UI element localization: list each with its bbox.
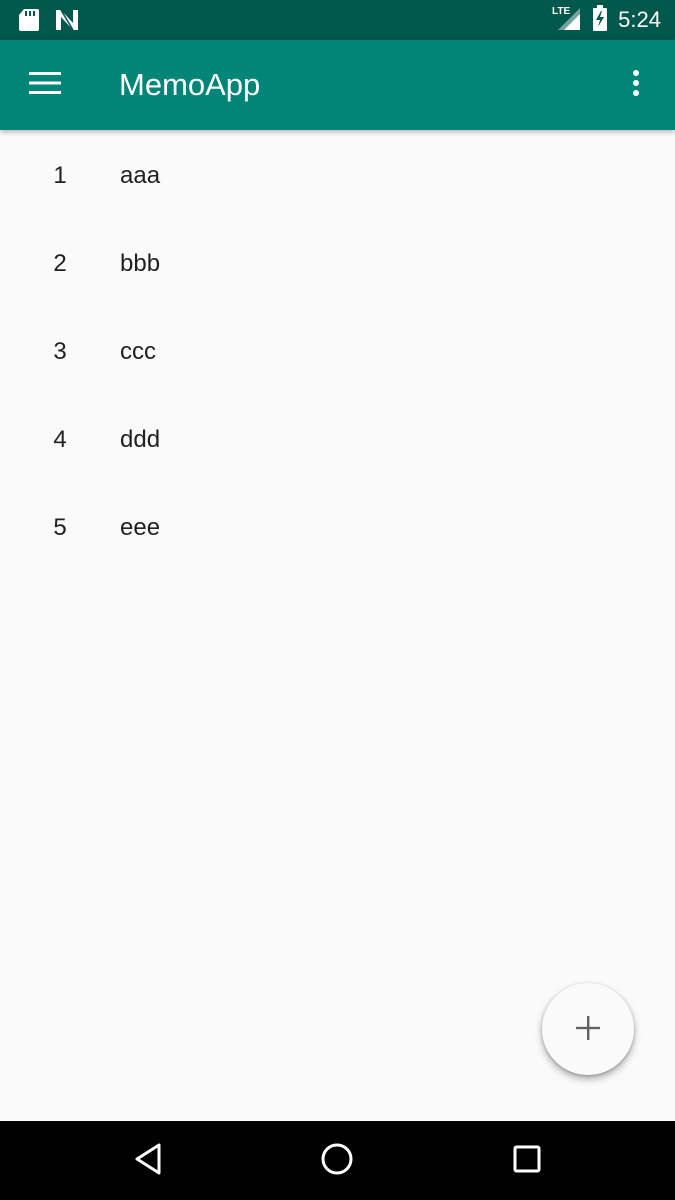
battery-charging-icon (592, 4, 608, 36)
menu-icon (29, 71, 61, 99)
menu-button[interactable] (22, 64, 68, 106)
recents-button[interactable] (501, 1135, 553, 1187)
home-icon (320, 1142, 354, 1181)
sd-card-icon (18, 8, 40, 37)
status-left-icons (18, 8, 80, 37)
signal-icon: LTE (552, 4, 582, 37)
memo-id: 1 (53, 162, 67, 189)
home-button[interactable] (311, 1135, 363, 1187)
memo-item[interactable]: 2 bbb (0, 220, 675, 308)
memo-text: ddd (120, 426, 161, 453)
status-right-icons: LTE 5:24 (552, 4, 661, 37)
memo-text: bbb (120, 250, 161, 277)
app-title: MemoApp (119, 67, 261, 102)
memo-text: aaa (120, 162, 161, 189)
navigation-bar (0, 1121, 675, 1200)
status-bar: LTE 5:24 (0, 0, 675, 40)
overflow-menu-button[interactable] (615, 64, 657, 106)
back-icon (133, 1142, 163, 1181)
memo-item[interactable]: 1 aaa (0, 132, 675, 220)
network-type-label: LTE (552, 6, 570, 17)
app-bar: MemoApp (0, 40, 675, 130)
memo-item[interactable]: 4 ddd (0, 396, 675, 484)
back-button[interactable] (122, 1135, 174, 1187)
overflow-menu-icon (632, 69, 640, 102)
memo-id: 3 (53, 338, 67, 365)
memo-id: 5 (53, 514, 67, 541)
recents-icon (512, 1144, 542, 1179)
add-memo-button[interactable] (542, 983, 634, 1075)
status-time: 5:24 (618, 7, 661, 32)
memo-id: 2 (53, 250, 67, 277)
memo-text: eee (120, 514, 161, 541)
memo-item[interactable]: 3 ccc (0, 308, 675, 396)
memo-list: 1 aaa 2 bbb 3 ccc 4 ddd 5 eee (0, 132, 675, 572)
memo-item[interactable]: 5 eee (0, 484, 675, 572)
memo-text: ccc (120, 338, 156, 365)
add-icon (575, 1015, 601, 1044)
memo-id: 4 (53, 426, 67, 453)
n-logo-icon (54, 8, 80, 37)
